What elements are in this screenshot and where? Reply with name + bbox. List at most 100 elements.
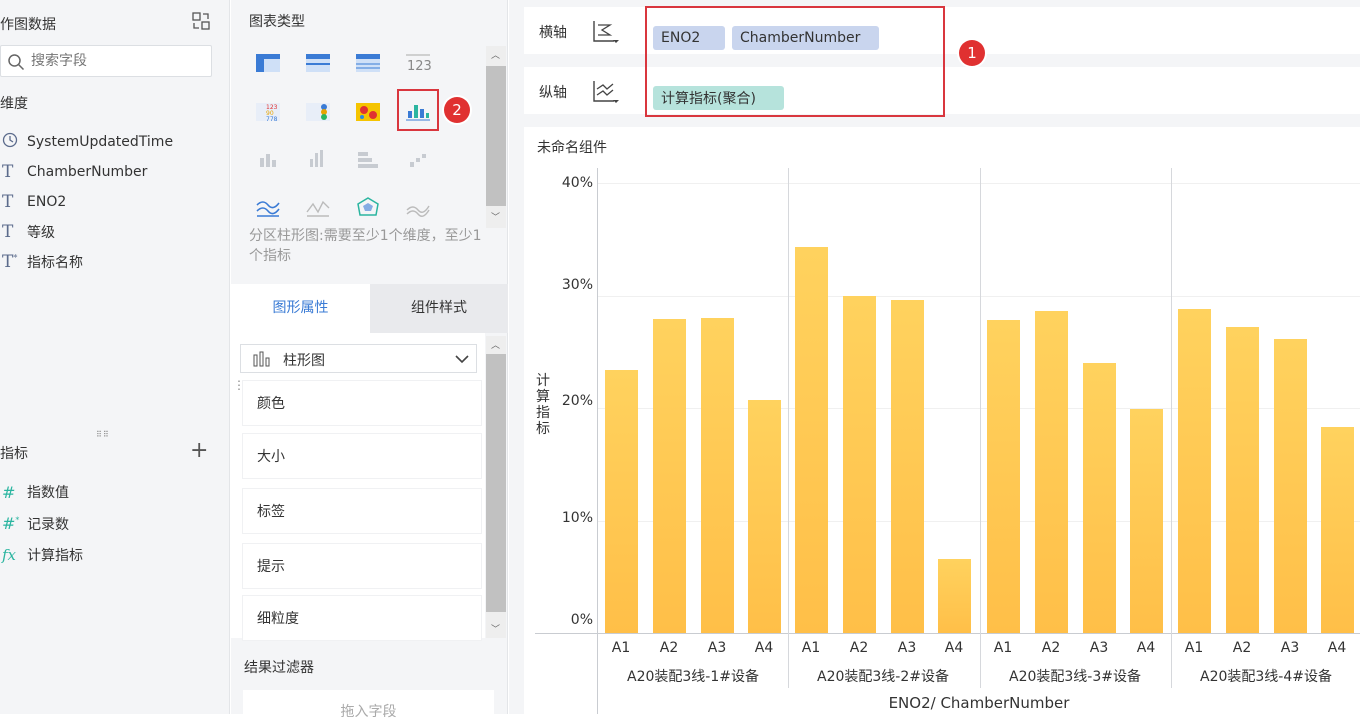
dimension-field-label: SystemUpdatedTime xyxy=(27,134,174,150)
text-type-icon: T xyxy=(2,162,14,182)
selected-chart-highlight xyxy=(397,89,439,131)
chart-type-hint: 分区柱形图:需要至少1个维度，至少1个指标 xyxy=(249,228,482,264)
x-tick-label: A3 xyxy=(1089,640,1109,656)
dimension-field-label: 指标名称 xyxy=(27,255,83,271)
chart-type-select-value: 柱形图 xyxy=(283,353,325,369)
waterfall-icon[interactable] xyxy=(404,148,432,170)
color-table-icon[interactable]: 123 90 778 xyxy=(254,101,282,123)
x-tick-label: A2 xyxy=(1041,640,1061,656)
x-tick-label: A4 xyxy=(1327,640,1347,656)
bar[interactable] xyxy=(605,369,638,633)
measure-field[interactable]: fx 计算指标 xyxy=(0,544,83,566)
svg-text:123: 123 xyxy=(407,59,432,74)
x-tick-label: A1 xyxy=(993,640,1013,656)
color-property[interactable]: 颜色 xyxy=(243,381,481,425)
y-tick-label: 40% xyxy=(561,175,593,191)
y-tick-label: 0% xyxy=(570,612,593,628)
tab-component-style[interactable]: 组件样式 xyxy=(370,284,508,333)
stacked-bar-icon[interactable] xyxy=(354,148,382,170)
chart-types-scrollbar[interactable]: ︿ ﹀ xyxy=(486,46,506,228)
bar[interactable] xyxy=(795,247,828,633)
dimension-field[interactable]: T ENO2 xyxy=(0,191,66,213)
x-tick-label: A2 xyxy=(849,640,869,656)
group-separator xyxy=(1171,168,1172,688)
bar[interactable] xyxy=(1083,363,1116,633)
bar[interactable] xyxy=(1130,409,1163,633)
measure-field[interactable]: # 指数值 xyxy=(0,481,69,503)
gridline xyxy=(597,295,1360,297)
tooltip-property[interactable]: 提示 xyxy=(243,544,481,588)
detail-table-icon[interactable] xyxy=(354,52,382,74)
granularity-property[interactable]: 细粒度 xyxy=(243,596,481,640)
x-tick-label: A3 xyxy=(707,640,727,656)
add-measure-icon[interactable]: + xyxy=(190,440,210,462)
bar[interactable] xyxy=(701,318,734,633)
search-input[interactable] xyxy=(31,50,201,72)
size-property[interactable]: 大小 xyxy=(243,434,481,478)
data-panel-title: 作图数据 xyxy=(0,17,56,33)
bar[interactable] xyxy=(748,400,781,633)
x-axis-line xyxy=(535,633,1360,634)
bar[interactable] xyxy=(987,320,1020,633)
line-icon[interactable] xyxy=(254,196,282,218)
area-icon[interactable] xyxy=(404,196,432,218)
canvas-area: 横轴 ENO2 ChamberNumber 纵轴 计算指标(聚合) 1 未命名组… xyxy=(509,0,1360,714)
column-icon[interactable] xyxy=(254,148,282,170)
tab-graph-properties[interactable]: 图形属性 xyxy=(231,284,370,333)
x-tick-label: A4 xyxy=(754,640,774,656)
hash-calc-icon: #* xyxy=(2,514,20,533)
y-tick-label: 30% xyxy=(561,277,593,293)
x-tick-label: A2 xyxy=(1232,640,1252,656)
dimension-field[interactable]: T ChamberNumber xyxy=(0,161,147,183)
measure-field[interactable]: #* 记录数 xyxy=(0,513,69,535)
bar[interactable] xyxy=(1226,327,1259,633)
heatmap-icon[interactable] xyxy=(354,101,382,123)
field-search-box[interactable] xyxy=(0,45,212,77)
dimension-field[interactable]: T* 指标名称 xyxy=(0,251,83,273)
x-axis-title: ENO2/ ChamberNumber xyxy=(888,694,1070,712)
bar[interactable] xyxy=(653,319,686,633)
hash-icon: # xyxy=(2,482,16,502)
dot-table-icon[interactable] xyxy=(304,101,332,123)
table-icon[interactable] xyxy=(254,52,282,74)
x-tick-label: A1 xyxy=(611,640,631,656)
svg-text:778: 778 xyxy=(266,116,278,123)
bar[interactable] xyxy=(843,295,876,633)
range-line-icon[interactable] xyxy=(304,196,332,218)
x-tick-label: A4 xyxy=(944,640,964,656)
measures-title: 指标 xyxy=(0,446,28,462)
dimension-field[interactable]: T 等级 xyxy=(0,221,55,243)
dimension-field[interactable]: SystemUpdatedTime xyxy=(0,131,173,153)
bar[interactable] xyxy=(1178,309,1211,633)
x-tick-label: A4 xyxy=(1136,640,1156,656)
chart-type-select[interactable]: 柱形图 xyxy=(240,344,477,373)
x-tick-label: A3 xyxy=(897,640,917,656)
group-label: A20装配3线-4#设备 xyxy=(1200,669,1332,685)
clock-icon xyxy=(0,132,27,152)
kpi-number-icon[interactable]: 123 xyxy=(404,52,432,74)
resize-handle[interactable]: ⠿⠿ xyxy=(96,430,114,439)
bar[interactable] xyxy=(938,558,971,633)
grouped-column-icon[interactable] xyxy=(304,148,332,170)
radar-icon[interactable] xyxy=(354,196,382,218)
text-type-icon: T xyxy=(2,192,14,212)
bar[interactable] xyxy=(1274,339,1307,633)
bar[interactable] xyxy=(891,300,924,633)
y-tick-label: 10% xyxy=(561,510,593,526)
measure-field-label: 计算指标 xyxy=(27,548,83,564)
label-property[interactable]: 标签 xyxy=(243,489,481,533)
filter-drop-zone[interactable]: 拖入字段 xyxy=(243,690,494,720)
x-tick-label: A1 xyxy=(1184,640,1204,656)
result-filter-title: 结果过滤器 xyxy=(244,660,314,676)
bar[interactable] xyxy=(1035,311,1068,633)
chart-types-title: 图表类型 xyxy=(249,14,305,30)
data-panel: 作图数据 维度 SystemUpdatedTimeTChamberNumberT… xyxy=(0,0,230,714)
cross-table-icon[interactable] xyxy=(304,52,332,74)
function-icon: fx xyxy=(2,546,17,564)
properties-scrollbar[interactable]: ︿ ﹀ xyxy=(486,336,506,638)
dimension-field-label: ENO2 xyxy=(27,194,67,210)
bar[interactable] xyxy=(1321,427,1354,633)
x-tick-label: A1 xyxy=(801,640,821,656)
switch-dataset-icon[interactable] xyxy=(192,12,210,30)
gridline xyxy=(597,183,1360,184)
